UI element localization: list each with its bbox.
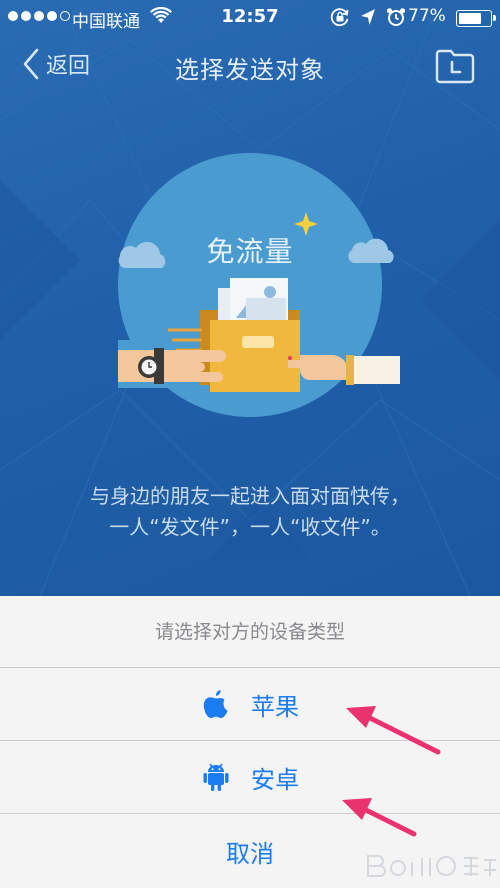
location-icon xyxy=(360,8,376,31)
feature-description: 与身边的朋友一起进入面对面快传， 一人“发文件”，一人“收文件”。 xyxy=(0,481,500,543)
option-apple-label: 苹果 xyxy=(251,692,299,721)
history-button[interactable] xyxy=(434,48,476,84)
page-title: 选择发送对象 xyxy=(175,56,325,84)
baidu-jingyan-watermark-logo xyxy=(367,855,496,877)
file-transfer-illustration xyxy=(118,212,400,392)
screen: 中国联通 12:57 77% 返回 选择发送对象 免流量 与身边的朋友一起进入面… xyxy=(0,0,500,888)
folder-clock-icon xyxy=(434,49,476,88)
battery-icon xyxy=(456,10,496,27)
option-android-button[interactable]: 安卓 xyxy=(0,741,500,814)
option-apple-button[interactable]: 苹果 xyxy=(0,668,500,741)
alarm-icon xyxy=(386,7,406,32)
description-line-2: 一人“发文件”，一人“收文件”。 xyxy=(109,515,391,539)
android-icon xyxy=(201,762,231,792)
description-line-1: 与身边的朋友一起进入面对面快传， xyxy=(90,484,410,508)
hero-label: 免流量 xyxy=(206,235,294,268)
rotation-lock-icon xyxy=(330,7,350,32)
status-bar: 中国联通 12:57 77% xyxy=(0,0,500,36)
navigation-bar: 返回 选择发送对象 xyxy=(0,36,500,98)
action-sheet-title: 请选择对方的设备类型 xyxy=(0,596,500,668)
apple-icon xyxy=(201,689,231,719)
battery-percent: 77% xyxy=(408,6,446,26)
option-android-label: 安卓 xyxy=(251,765,299,794)
